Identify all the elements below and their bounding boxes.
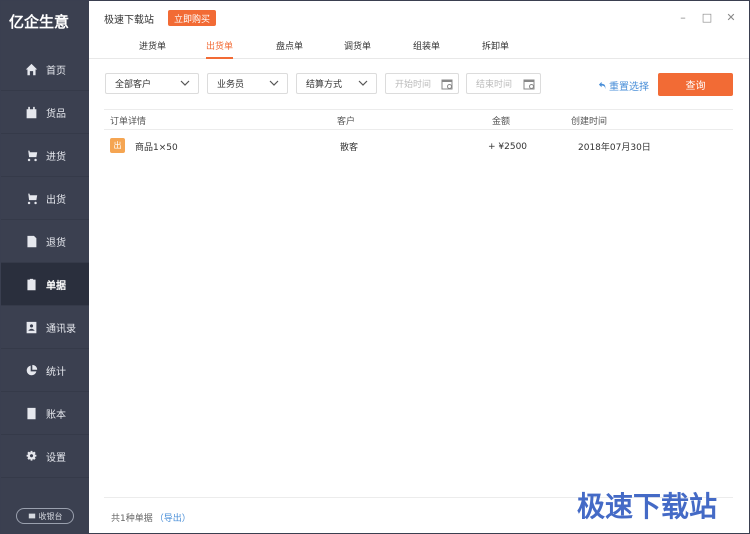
column-header-created: 创建时间: [571, 117, 608, 127]
table-row[interactable]: 出 商品1×50 散客 + ¥2500 2018年07月30日: [104, 132, 733, 158]
footer-summary: 共1种单据 （导出）: [111, 511, 191, 524]
sidebar-item-purchase[interactable]: 进货: [1, 134, 89, 177]
salesperson-select-value: 业务员: [217, 80, 245, 90]
table-header: 订单详情 客户 金额 创建时间: [104, 109, 733, 130]
order-type-badge: 出: [110, 138, 125, 153]
tab-assembly-order[interactable]: 组装单: [413, 39, 440, 57]
document-tabs: 进货单 出货单 盘点单 调货单 组装单 拆卸单: [89, 35, 749, 59]
reset-filters-link[interactable]: 重置选择: [598, 78, 649, 93]
customer-select[interactable]: 全部客户: [105, 73, 199, 94]
settlement-select-value: 结算方式: [306, 80, 343, 90]
calendar-icon[interactable]: [441, 78, 453, 90]
settlement-select[interactable]: 结算方式: [296, 73, 377, 94]
customer-select-value: 全部客户: [115, 80, 152, 90]
document-count: 共1种单据: [111, 514, 153, 524]
column-header-amount: 金额: [492, 117, 511, 127]
start-date-input[interactable]: 开始时间: [385, 73, 459, 94]
sidebar-item-label: 进货: [46, 151, 66, 163]
tab-stocktake-order[interactable]: 盘点单: [276, 39, 303, 57]
tab-sales-order[interactable]: 出货单: [206, 39, 234, 59]
app-window: 亿企生意 首页 货品 进货 出货 退货 单据 通讯录 统计 账本 设置 收银台 …: [0, 0, 750, 534]
end-date-placeholder: 结束时间: [476, 80, 513, 90]
title-bar: 极速下载站 立即购买 – □ ✕: [89, 1, 749, 35]
sidebar-item-label: 通讯录: [46, 323, 76, 335]
brand-logo-text: 亿企生意: [9, 12, 70, 31]
cashier-icon: [28, 513, 35, 519]
sidebar-item-statistics[interactable]: 统计: [1, 349, 89, 392]
watermark: 极速下载站: [577, 490, 718, 523]
undo-icon: [598, 81, 606, 90]
start-date-placeholder: 开始时间: [395, 80, 432, 90]
order-detail: 商品1×50: [135, 143, 178, 153]
gear-icon: [24, 449, 38, 463]
sidebar-item-settings[interactable]: 设置: [1, 435, 89, 478]
cashier-label: 收银台: [38, 511, 63, 521]
sidebar-item-home[interactable]: 首页: [1, 48, 89, 91]
chevron-down-icon: [269, 80, 279, 86]
sidebar-nav: 首页 货品 进货 出货 退货 单据 通讯录 统计 账本 设置: [1, 48, 89, 478]
cart-out-icon: [24, 191, 38, 205]
column-header-detail: 订单详情: [110, 117, 147, 127]
tab-disassembly-order[interactable]: 拆卸单: [482, 39, 509, 57]
end-date-input[interactable]: 结束时间: [466, 73, 541, 94]
maximize-button[interactable]: □: [701, 11, 713, 24]
sidebar-item-label: 首页: [46, 65, 66, 77]
chevron-down-icon: [358, 80, 368, 86]
sidebar-item-label: 出货: [46, 194, 66, 206]
sidebar-item-returns[interactable]: 退货: [1, 220, 89, 263]
reset-filters-label: 重置选择: [609, 82, 649, 93]
sidebar-item-ledger[interactable]: 账本: [1, 392, 89, 435]
document-icon: [24, 277, 38, 291]
calendar-icon[interactable]: [523, 78, 535, 90]
tab-transfer-order[interactable]: 调货单: [344, 39, 371, 57]
buy-now-button[interactable]: 立即购买: [168, 10, 216, 26]
sidebar-item-label: 退货: [46, 237, 66, 249]
cart-in-icon: [24, 148, 38, 162]
tab-purchase-order[interactable]: 进货单: [139, 39, 166, 57]
sidebar-item-label: 设置: [46, 452, 66, 464]
order-customer: 散客: [340, 143, 359, 153]
contacts-icon: [24, 320, 38, 334]
return-icon: [24, 234, 38, 248]
sidebar-item-goods[interactable]: 货品: [1, 91, 89, 134]
order-amount: + ¥2500: [488, 142, 528, 152]
column-header-customer: 客户: [337, 117, 356, 127]
sidebar-item-label: 统计: [46, 366, 66, 378]
sidebar-item-sales[interactable]: 出货: [1, 177, 89, 220]
box-icon: [24, 105, 38, 119]
minimize-button[interactable]: –: [677, 11, 689, 24]
window-title: 极速下载站: [104, 15, 154, 26]
home-icon: [24, 62, 38, 76]
order-created-date: 2018年07月30日: [578, 143, 651, 153]
sidebar-item-label: 账本: [46, 409, 66, 421]
export-link[interactable]: （导出）: [155, 511, 191, 524]
ledger-icon: [24, 406, 38, 420]
sidebar: 亿企生意 首页 货品 进货 出货 退货 单据 通讯录 统计 账本 设置 收银台: [1, 1, 89, 533]
window-controls: – □ ✕: [677, 11, 737, 24]
brand-logo: 亿企生意: [1, 1, 89, 41]
cashier-button[interactable]: 收银台: [16, 508, 74, 524]
sidebar-item-documents[interactable]: 单据: [1, 263, 89, 306]
query-button[interactable]: 查询: [658, 73, 733, 96]
sidebar-item-label: 单据: [46, 280, 66, 292]
chevron-down-icon: [180, 80, 190, 86]
close-button[interactable]: ✕: [725, 11, 737, 24]
sidebar-item-contacts[interactable]: 通讯录: [1, 306, 89, 349]
salesperson-select[interactable]: 业务员: [207, 73, 288, 94]
sidebar-item-label: 货品: [46, 108, 66, 120]
pie-chart-icon: [24, 363, 38, 377]
